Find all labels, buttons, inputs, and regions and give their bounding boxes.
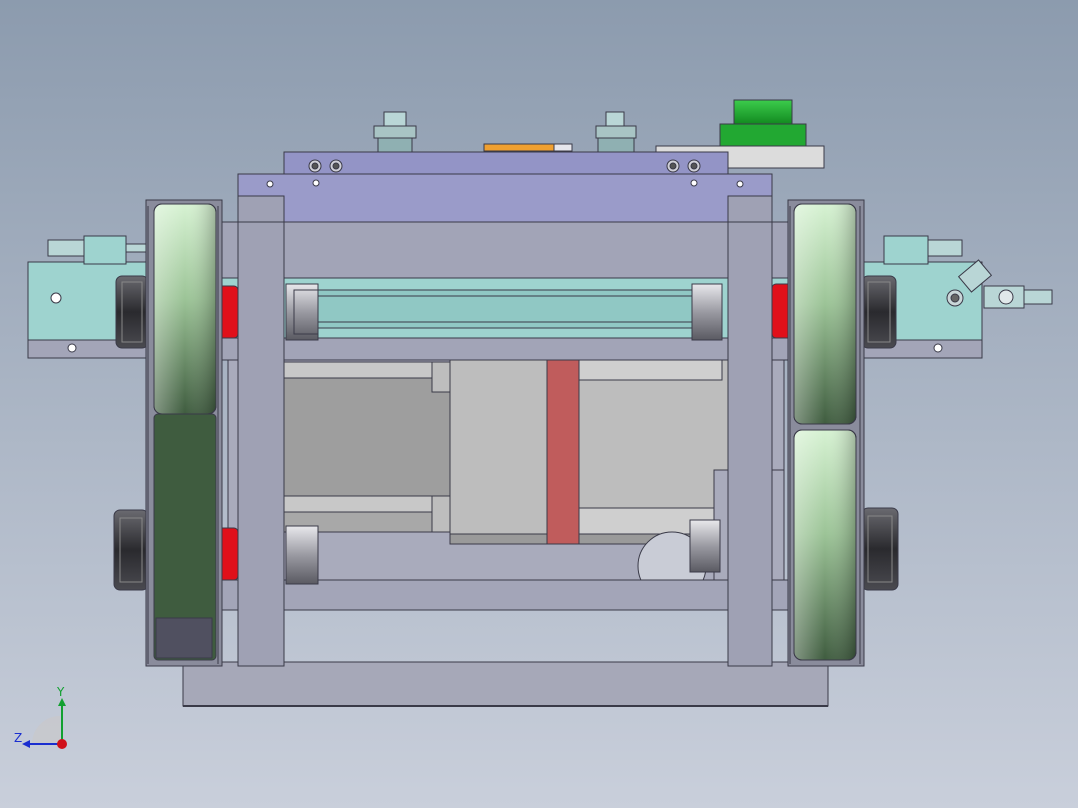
right-wheel-assembly [787, 199, 865, 667]
left-post [237, 195, 285, 667]
top-block [283, 151, 729, 175]
inner-back-panel [217, 221, 795, 279]
triad-x-axis-dot [57, 739, 67, 749]
left-wheel-assembly [145, 199, 223, 667]
orange-strip [483, 143, 555, 152]
cad-viewport[interactable]: Y Z [0, 0, 1078, 808]
right-post [727, 195, 773, 667]
bearing-upper-left [115, 275, 149, 349]
bearing-lower-left [113, 509, 149, 591]
base-plate [182, 661, 829, 707]
triad-y-arrowhead [58, 698, 66, 706]
triad-y-label: Y [56, 686, 65, 699]
assembly-front-view [0, 0, 1078, 808]
gear-housing [283, 377, 451, 497]
triad-z-arrowhead [22, 740, 30, 748]
bearing-upper-right [861, 275, 897, 349]
triad-z-label: Z [14, 731, 22, 745]
motor-stripe [546, 359, 580, 545]
bearing-lower-right [861, 507, 899, 591]
triad-quadrant [32, 716, 60, 744]
orientation-triad[interactable]: Y Z [10, 686, 80, 756]
